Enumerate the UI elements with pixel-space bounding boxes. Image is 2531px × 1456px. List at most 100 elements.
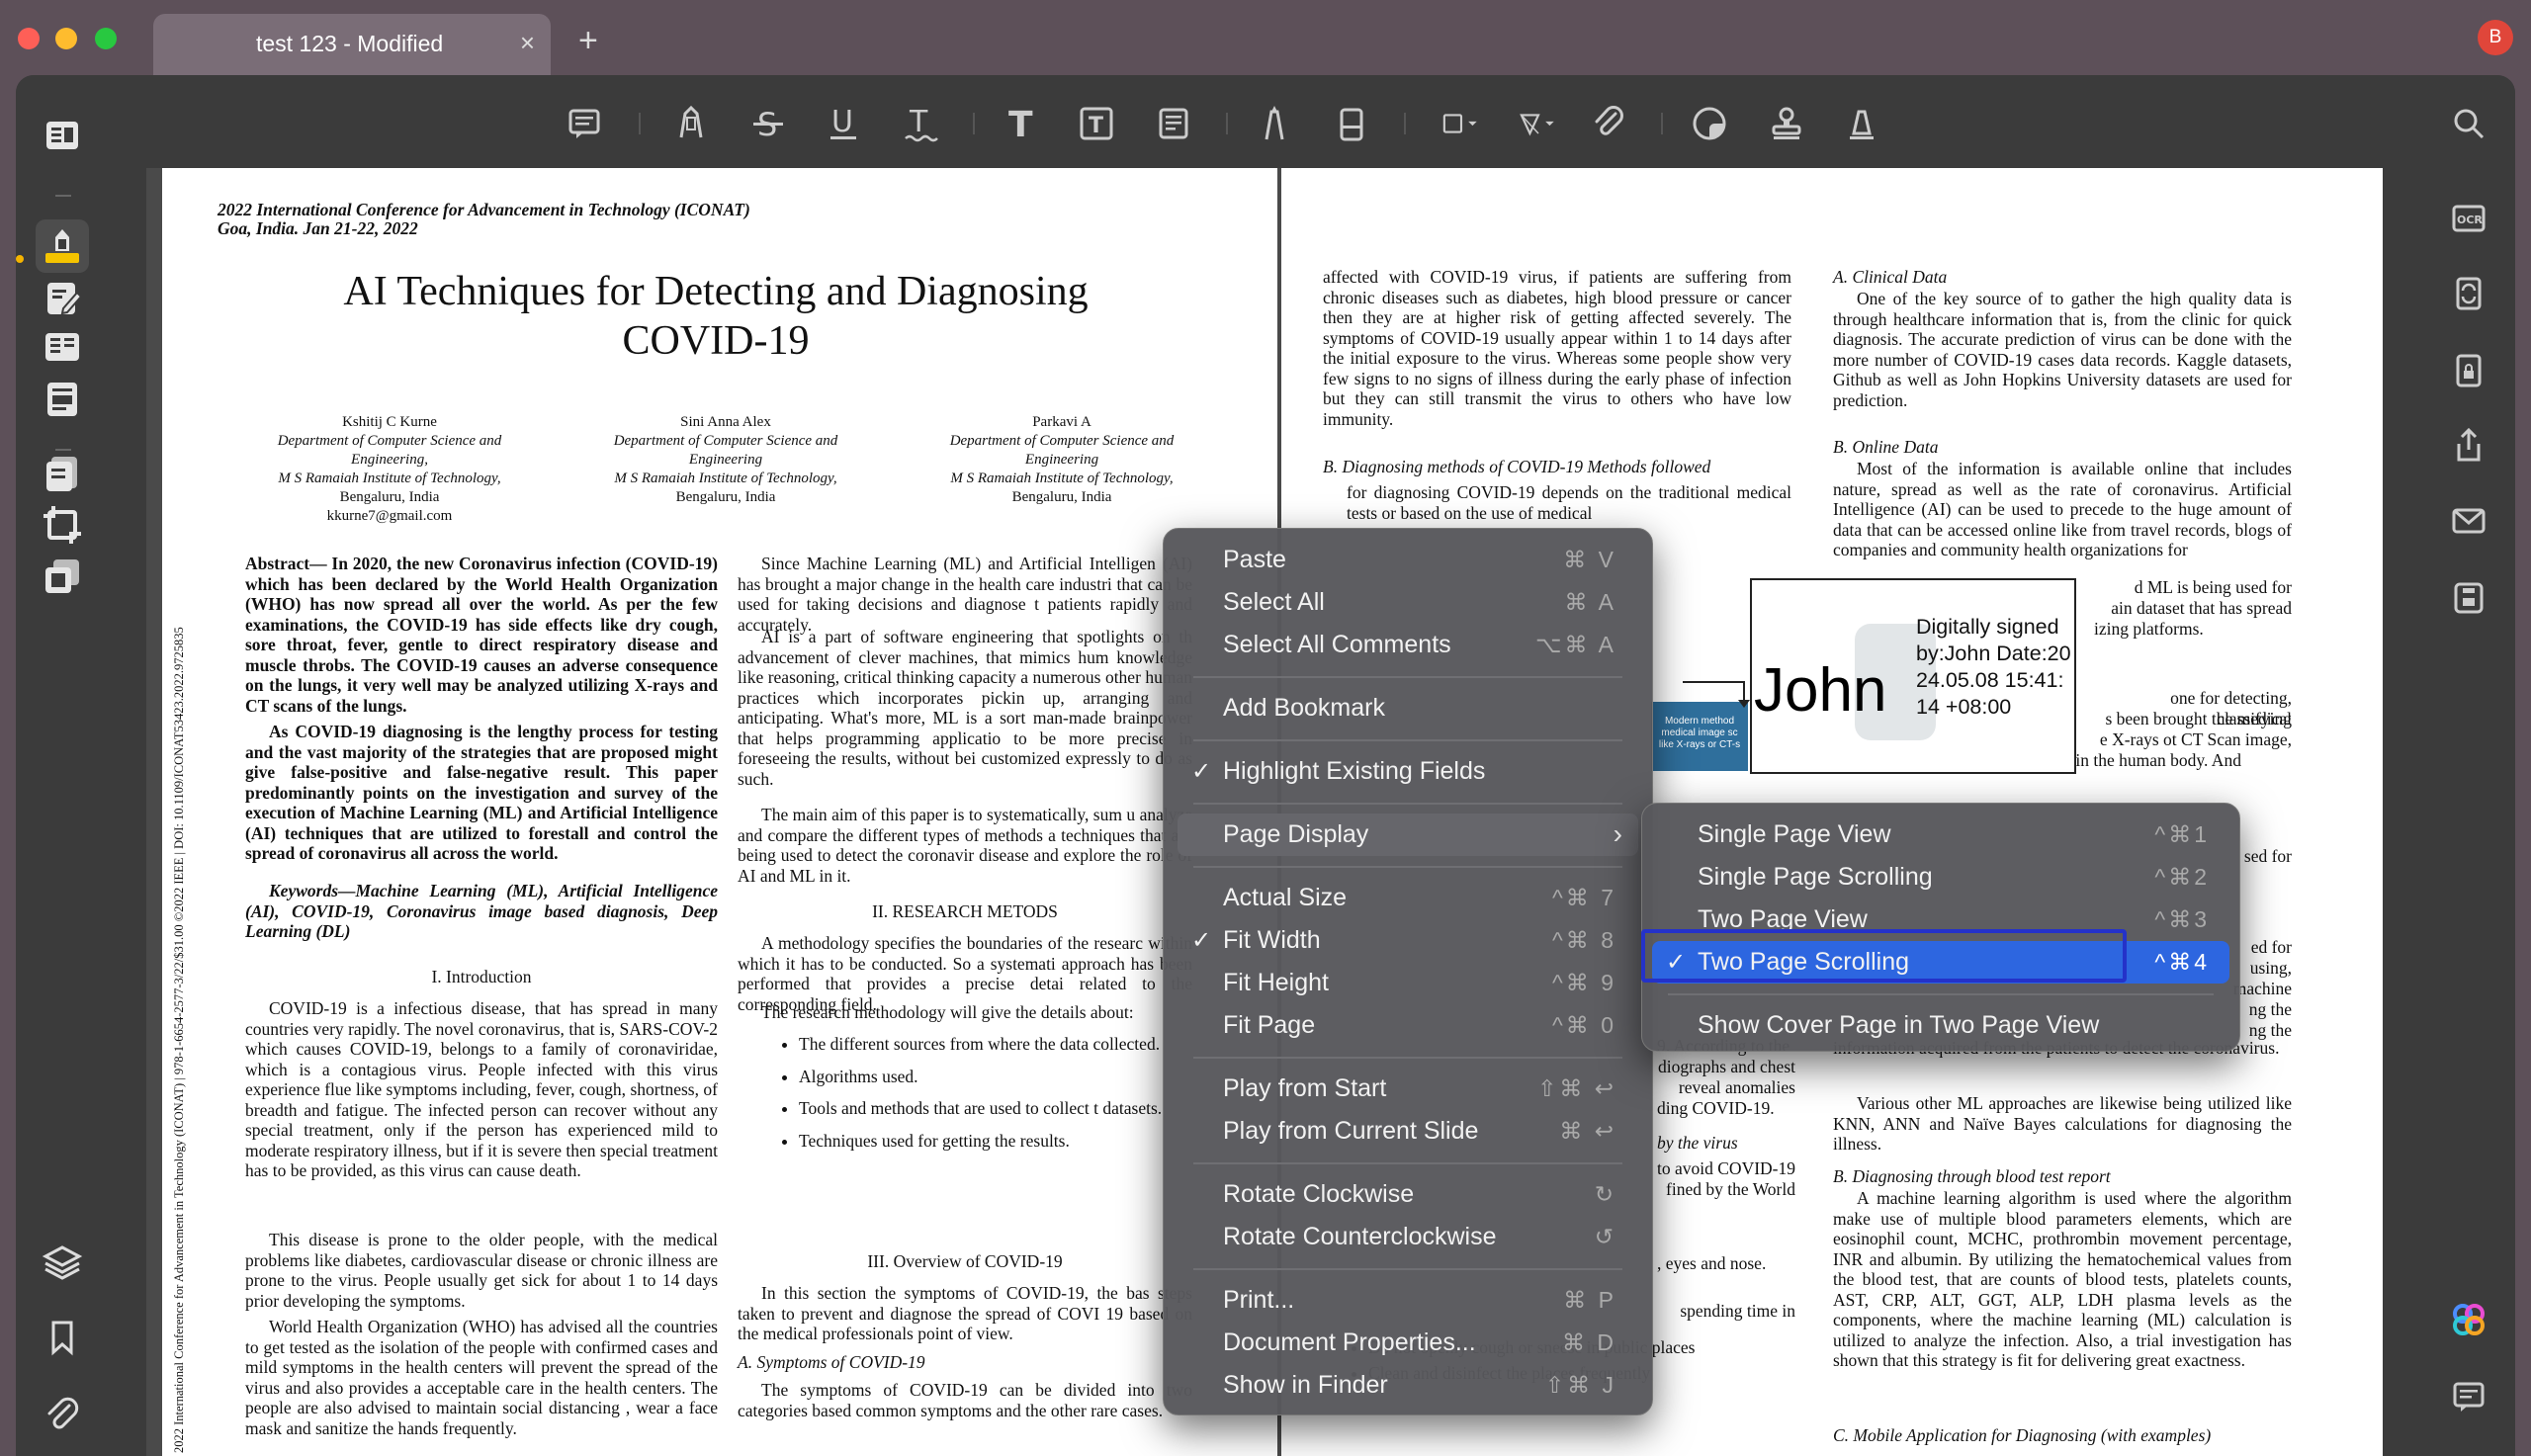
close-window-button[interactable]: [18, 28, 40, 49]
form-icon[interactable]: [36, 372, 89, 425]
signature-details: Digitally signed by:John Date:2024.05.08…: [1916, 615, 2071, 719]
menu-separator: [1193, 866, 1622, 868]
share-icon[interactable]: [2446, 423, 2491, 469]
menu-item-label: Show Cover Page in Two Page View: [1698, 1011, 2100, 1039]
menu-item-shortcut: ^⌘2: [2154, 864, 2210, 890]
convert-icon[interactable]: [2446, 271, 2491, 316]
menu-item-label: Print...: [1223, 1286, 1295, 1314]
signature-icon[interactable]: [1839, 101, 1884, 146]
toolbar-separator: [1661, 113, 1663, 134]
svg-text:T: T: [1008, 105, 1033, 143]
eraser-icon[interactable]: [1329, 101, 1374, 146]
body-paragraph: One of the key source of to gather the h…: [1833, 289, 2292, 410]
menu-item-fit-page[interactable]: Fit Page ^⌘ 0: [1178, 1004, 1638, 1047]
section-heading: II. RESEARCH METODS: [872, 901, 1058, 921]
new-tab-button[interactable]: +: [578, 22, 598, 60]
combine-icon[interactable]: [36, 550, 89, 603]
comment-icon[interactable]: [562, 101, 607, 146]
menu-separator: [1668, 993, 2214, 995]
menu-item-add-bookmark[interactable]: Add Bookmark: [1178, 687, 1638, 729]
author-block: Parkavi A Department of Computer Science…: [894, 413, 1230, 507]
text-callout-icon[interactable]: [1151, 101, 1196, 146]
body-paragraph: for diagnosing COVID-19 depends on the t…: [1347, 482, 1791, 523]
menu-item-actual-size[interactable]: Actual Size ^⌘ 7: [1178, 877, 1638, 919]
abstract-text-2: As COVID-19 diagnosing is the lengthy pr…: [245, 722, 718, 863]
menu-item-select-all-comments[interactable]: Select All Comments ⌥⌘ A: [1178, 624, 1638, 666]
ocr-icon[interactable]: OCR: [2446, 196, 2491, 241]
text-fragment: izing platforms.: [2094, 619, 2204, 639]
menu-item-label: Play from Current Slide: [1223, 1117, 1479, 1145]
menu-item-play-from-start[interactable]: Play from Start ⇧⌘ ↩: [1178, 1068, 1638, 1110]
text-fragment: by the virus: [1657, 1133, 1738, 1153]
menu-item-document-properties[interactable]: Document Properties... ⌘ D: [1178, 1322, 1638, 1364]
underline-icon[interactable]: U: [821, 101, 866, 146]
sticker-icon[interactable]: [1687, 101, 1732, 146]
body-paragraph: In this section the symptoms of COVID-19…: [738, 1283, 1192, 1343]
author-dept: Department of Computer Science and: [277, 433, 502, 449]
shape-icon[interactable]: [1430, 101, 1493, 146]
pdf-page-left[interactable]: 2022 International Conference for Advanc…: [162, 168, 1277, 1456]
digital-signature-stamp[interactable]: John Digitally signed by:John Date:2024.…: [1750, 578, 2076, 774]
menu-item-rotate-counterclockwise[interactable]: Rotate Counterclockwise ↺: [1178, 1216, 1638, 1258]
attach-icon[interactable]: [1586, 101, 1631, 146]
avatar[interactable]: B: [2478, 20, 2513, 55]
body-paragraph: This disease is prone to the older peopl…: [245, 1230, 718, 1311]
sidebar-separator: [55, 195, 71, 197]
conference-line: 2022 International Conference for Advanc…: [218, 200, 750, 219]
menu-item-label: Play from Start: [1223, 1074, 1387, 1102]
rotate-counterclockwise-icon: ↺: [1594, 1224, 1616, 1249]
ai-assistant-icon[interactable]: [2446, 1297, 2491, 1342]
menu-item-fit-width[interactable]: ✓ Fit Width ^⌘ 8: [1178, 919, 1638, 962]
protect-icon[interactable]: [2446, 348, 2491, 393]
text-box-icon[interactable]: T: [1074, 101, 1119, 146]
mail-icon[interactable]: [2446, 498, 2491, 544]
subsection-heading: B. Diagnosing through blood test report: [1833, 1166, 2111, 1186]
measure-icon[interactable]: [1507, 101, 1570, 146]
layers-icon[interactable]: [36, 1236, 89, 1289]
menu-item-page-display[interactable]: Page Display ›: [1178, 814, 1638, 856]
menu-item-shortcut: ^⌘3: [2154, 906, 2210, 932]
highlight-pen-icon[interactable]: [668, 101, 714, 146]
bookmark-icon[interactable]: [36, 1311, 89, 1364]
chat-icon[interactable]: [2446, 1374, 2491, 1419]
menu-item-paste[interactable]: Paste ⌘ V: [1178, 539, 1638, 581]
submenu-item-two-page-scrolling[interactable]: ✓ Two Page Scrolling ^⌘4: [1652, 941, 2229, 984]
document-tab[interactable]: test 123 - Modified ×: [153, 14, 551, 75]
crop-icon[interactable]: [36, 498, 89, 552]
text-icon[interactable]: T: [999, 101, 1044, 146]
menu-item-print[interactable]: Print... ⌘ P: [1178, 1279, 1638, 1322]
menu-item-shortcut: ⌘ ↩: [1559, 1118, 1616, 1144]
menu-item-play-from-current-slide[interactable]: Play from Current Slide ⌘ ↩: [1178, 1110, 1638, 1153]
convert-icon[interactable]: [36, 447, 89, 500]
maximize-window-button[interactable]: [95, 28, 117, 49]
edit-text-icon[interactable]: [36, 271, 89, 324]
pencil-icon[interactable]: [1252, 101, 1297, 146]
menu-item-fit-height[interactable]: Fit Height ^⌘ 9: [1178, 962, 1638, 1004]
submenu-item-single-page-scrolling[interactable]: Single Page Scrolling ^⌘2: [1652, 856, 2229, 899]
submenu-item-single-page-view[interactable]: Single Page View ^⌘1: [1652, 814, 2229, 856]
menu-item-rotate-clockwise[interactable]: Rotate Clockwise ↻: [1178, 1173, 1638, 1216]
menu-item-label: Add Bookmark: [1223, 694, 1385, 722]
stamp-icon[interactable]: [1764, 101, 1809, 146]
reader-icon[interactable]: [36, 109, 89, 162]
squiggly-underline-icon[interactable]: T: [898, 101, 943, 146]
minimize-window-button[interactable]: [55, 28, 77, 49]
menu-item-select-all[interactable]: Select All ⌘ A: [1178, 581, 1638, 624]
search-icon[interactable]: [2446, 101, 2491, 146]
title-bar: test 123 - Modified × + B: [0, 0, 2531, 75]
author-dept: Engineering: [1024, 452, 1099, 468]
organize-pages-icon[interactable]: [36, 320, 89, 374]
menu-item-show-in-finder[interactable]: Show in Finder ⇧⌘ J: [1178, 1364, 1638, 1407]
tab-close-icon[interactable]: ×: [520, 28, 535, 58]
submenu-item-show-cover-page[interactable]: Show Cover Page in Two Page View: [1652, 1004, 2229, 1047]
submenu-item-two-page-view[interactable]: Two Page View ^⌘3: [1652, 899, 2229, 941]
menu-item-highlight-existing-fields[interactable]: ✓ Highlight Existing Fields: [1178, 750, 1638, 793]
strikethrough-icon[interactable]: S: [745, 101, 791, 146]
text-fragment: s been brought the medical: [2105, 709, 2292, 728]
text-fragment: , eyes and nose.: [1657, 1253, 1767, 1273]
menu-item-label: Highlight Existing Fields: [1223, 757, 1486, 785]
save-icon[interactable]: [2446, 575, 2491, 621]
menu-item-label: Page Display: [1223, 820, 1369, 848]
highlighter-icon[interactable]: [36, 219, 89, 273]
attachment-icon[interactable]: [36, 1388, 89, 1441]
